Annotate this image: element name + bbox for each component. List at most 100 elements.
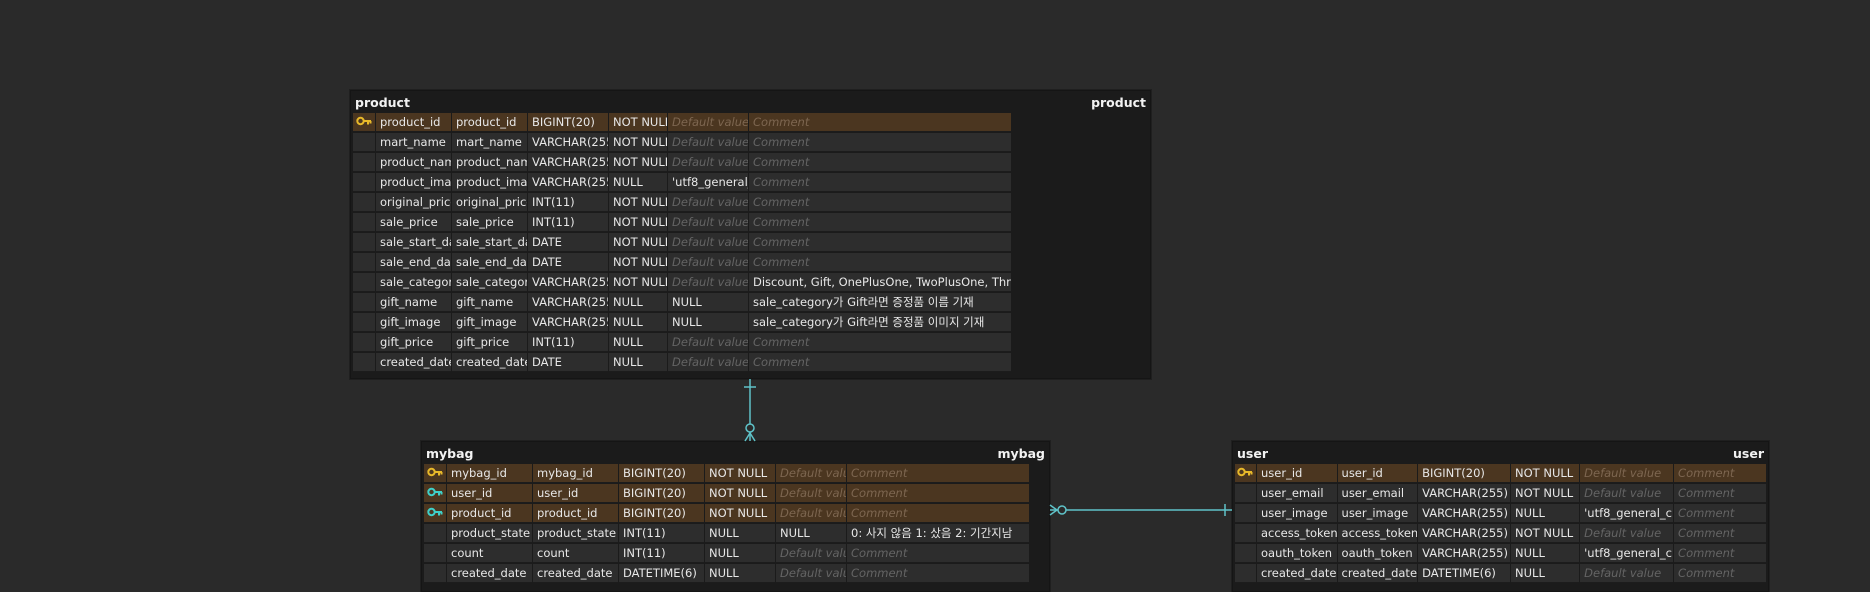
column-row-sale-price[interactable]: sale_price sale_price INT(11) NOT NULL Defau… bbox=[353, 213, 1148, 232]
column-default[interactable]: Default value bbox=[776, 504, 846, 523]
column-row-original-price[interactable]: original_price original_price INT(11) NOT N… bbox=[353, 193, 1148, 212]
column-alias[interactable]: created_date bbox=[533, 564, 618, 583]
column-nullable[interactable]: NULL bbox=[609, 353, 667, 372]
column-type[interactable]: DATE bbox=[528, 353, 608, 372]
user-table[interactable]: user user user_id user_id BIGINT(20) NOT NU… bbox=[1232, 441, 1769, 592]
column-comment[interactable]: Comment bbox=[1674, 504, 1766, 523]
column-row-product-state[interactable]: product_state product_state INT(11) NULL NUL… bbox=[424, 524, 1047, 543]
column-default[interactable]: NULL bbox=[776, 524, 846, 543]
column-name[interactable]: access_token bbox=[1256, 524, 1337, 543]
column-nullable[interactable]: NOT NULL bbox=[1511, 484, 1580, 503]
column-name[interactable]: mybag_id bbox=[447, 464, 532, 483]
column-type[interactable]: VARCHAR(255) bbox=[528, 313, 608, 332]
column-type[interactable]: BIGINT(20) bbox=[528, 113, 608, 132]
column-name[interactable]: user_email bbox=[1256, 484, 1337, 503]
column-nullable[interactable]: NOT NULL bbox=[609, 153, 667, 172]
column-alias[interactable]: user_email bbox=[1337, 484, 1418, 503]
column-alias[interactable]: user_image bbox=[1337, 504, 1418, 523]
column-default[interactable]: Default value bbox=[668, 133, 748, 152]
column-name[interactable]: gift_name bbox=[376, 293, 451, 312]
column-type[interactable]: INT(11) bbox=[619, 544, 704, 563]
column-row-product-name[interactable]: product_nameproduct_nameVARCHAR(255)NOT … bbox=[353, 153, 1148, 172]
column-default[interactable]: 'utf8_general_ci' bbox=[668, 173, 748, 192]
column-comment[interactable]: 0: 사지 않음 1: 샀음 2: 기간지남 bbox=[847, 524, 1029, 543]
column-nullable[interactable]: NOT NULL bbox=[609, 193, 667, 212]
column-nullable[interactable]: NOT NULL bbox=[705, 504, 775, 523]
column-name[interactable]: gift_price bbox=[376, 333, 451, 352]
column-alias[interactable]: sale_category bbox=[452, 273, 527, 292]
mybag-table[interactable]: mybag mybag mybag_id mybag_id BIGINT(20) NO… bbox=[421, 441, 1050, 592]
column-nullable[interactable]: NOT NULL bbox=[609, 213, 667, 232]
column-type[interactable]: DATE bbox=[528, 233, 608, 252]
column-default[interactable]: NULL bbox=[668, 313, 748, 332]
column-comment[interactable]: Discount, Gift, OnePlusOne, TwoPlusOne, … bbox=[749, 273, 1011, 292]
column-nullable[interactable]: NULL bbox=[609, 173, 667, 192]
column-type[interactable]: DATETIME(6) bbox=[619, 564, 704, 583]
column-type[interactable]: DATE bbox=[528, 253, 608, 272]
column-nullable[interactable]: NULL bbox=[609, 313, 667, 332]
column-type[interactable]: VARCHAR(255) bbox=[528, 133, 608, 152]
column-row-user-email[interactable]: user_email user_email VARCHAR(255) NOT NULL… bbox=[1235, 484, 1766, 503]
column-type[interactable]: VARCHAR(255) bbox=[1418, 544, 1511, 563]
column-name[interactable]: product_image bbox=[376, 173, 451, 192]
column-default[interactable]: Default value bbox=[668, 213, 748, 232]
column-comment[interactable]: Comment bbox=[1674, 564, 1766, 583]
column-name[interactable]: product_name bbox=[376, 153, 451, 172]
column-default[interactable]: Default value bbox=[1580, 464, 1674, 483]
column-comment[interactable]: Comment bbox=[749, 353, 1011, 372]
relation-user-mybag[interactable] bbox=[1049, 504, 1232, 516]
column-alias[interactable]: access_token bbox=[1337, 524, 1418, 543]
column-default[interactable]: 'utf8_general_ci' bbox=[1580, 544, 1674, 563]
column-row-sale-start-day[interactable]: sale_start_daysale_start_dayDATENOT NULL… bbox=[353, 233, 1148, 252]
column-name[interactable]: user_id bbox=[447, 484, 532, 503]
column-name[interactable]: sale_price bbox=[376, 213, 451, 232]
column-row-user-image[interactable]: user_image user_image VARCHAR(255) NULL'utf… bbox=[1235, 504, 1766, 523]
column-type[interactable]: VARCHAR(255) bbox=[1418, 504, 1511, 523]
column-comment[interactable]: Comment bbox=[1674, 524, 1766, 543]
column-nullable[interactable]: NOT NULL bbox=[609, 273, 667, 292]
column-name[interactable]: product_id bbox=[447, 504, 532, 523]
column-nullable[interactable]: NOT NULL bbox=[609, 133, 667, 152]
column-comment[interactable]: Comment bbox=[749, 173, 1011, 192]
column-nullable[interactable]: NOT NULL bbox=[705, 484, 775, 503]
column-alias[interactable]: oauth_token bbox=[1337, 544, 1418, 563]
column-row-sale-category[interactable]: sale_categorysale_categoryVARCHAR(255)NO… bbox=[353, 273, 1148, 292]
column-alias[interactable]: user_id bbox=[1337, 464, 1418, 483]
column-default[interactable]: NULL bbox=[668, 293, 748, 312]
relation-product-mybag[interactable] bbox=[744, 379, 756, 442]
column-type[interactable]: VARCHAR(255) bbox=[528, 153, 608, 172]
column-name[interactable]: original_price bbox=[376, 193, 451, 212]
column-type[interactable]: INT(11) bbox=[528, 333, 608, 352]
column-nullable[interactable]: NULL bbox=[609, 293, 667, 312]
column-alias[interactable]: gift_name bbox=[452, 293, 527, 312]
column-default[interactable]: Default value bbox=[776, 484, 846, 503]
column-alias[interactable]: product_name bbox=[452, 153, 527, 172]
column-comment[interactable]: sale_category가 Gift라면 증정품 이름 기재 bbox=[749, 293, 1011, 312]
column-name[interactable]: mart_name bbox=[376, 133, 451, 152]
column-comment[interactable]: sale_category가 Gift라면 증정품 이미지 기재 bbox=[749, 313, 1011, 332]
column-type[interactable]: VARCHAR(255) bbox=[1418, 484, 1511, 503]
column-nullable[interactable]: NOT NULL bbox=[609, 253, 667, 272]
column-type[interactable]: BIGINT(20) bbox=[619, 464, 704, 483]
column-name[interactable]: oauth_token bbox=[1256, 544, 1337, 563]
column-default[interactable]: Default value bbox=[668, 113, 748, 132]
column-row-user-id[interactable]: user_id user_id BIGINT(20) NOT NULL Default … bbox=[1235, 464, 1766, 483]
column-row-mart-name[interactable]: mart_namemart_nameVARCHAR(255)NOT NULLDe… bbox=[353, 133, 1148, 152]
column-type[interactable]: VARCHAR(255) bbox=[528, 293, 608, 312]
column-row-sale-end-day[interactable]: sale_end_day sale_end_day DATE NOT NULL Defa… bbox=[353, 253, 1148, 272]
column-default[interactable]: Default value bbox=[668, 253, 748, 272]
column-default[interactable]: Default value bbox=[668, 233, 748, 252]
column-nullable[interactable]: NULL bbox=[1511, 564, 1580, 583]
column-comment[interactable]: Comment bbox=[749, 113, 1011, 132]
column-name[interactable]: sale_end_day bbox=[376, 253, 451, 272]
column-type[interactable]: BIGINT(20) bbox=[619, 504, 704, 523]
column-default[interactable]: Default value bbox=[668, 273, 748, 292]
column-name[interactable]: gift_image bbox=[376, 313, 451, 332]
column-type[interactable]: INT(11) bbox=[619, 524, 704, 543]
column-name[interactable]: count bbox=[447, 544, 532, 563]
column-alias[interactable]: sale_end_day bbox=[452, 253, 527, 272]
column-alias[interactable]: sale_start_day bbox=[452, 233, 527, 252]
column-name[interactable]: created_date bbox=[447, 564, 532, 583]
column-alias[interactable]: product_id bbox=[533, 504, 618, 523]
column-name[interactable]: created_date bbox=[376, 353, 451, 372]
